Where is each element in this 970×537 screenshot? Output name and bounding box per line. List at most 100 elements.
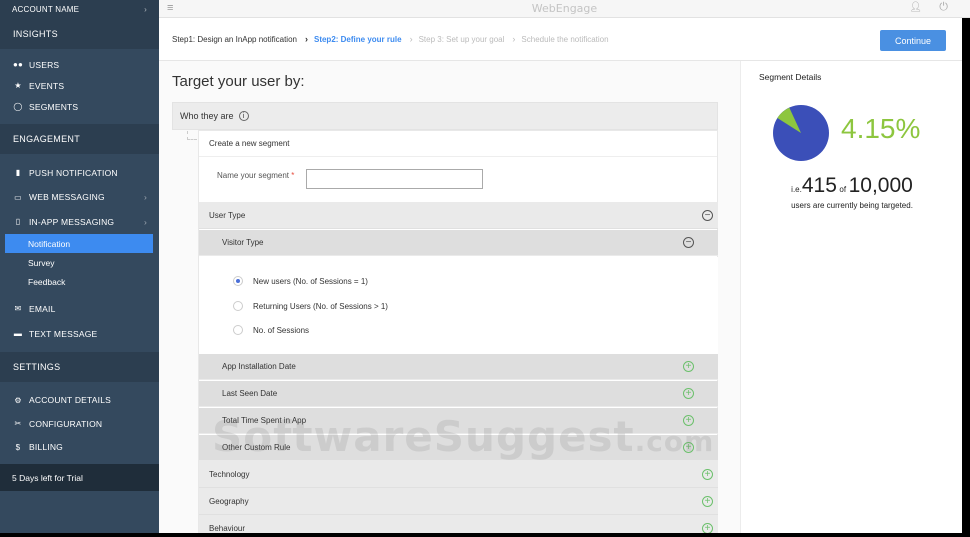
power-icon[interactable]: ⏻: [939, 1, 948, 14]
sidebar-item-email[interactable]: ✉ EMAIL: [0, 296, 159, 321]
sidebar-item-segments[interactable]: ◯ SEGMENTS: [0, 96, 159, 117]
top-bar: ≡ WebEngage 👤︎ ⏻: [159, 0, 970, 18]
section-insights: INSIGHTS: [0, 18, 159, 49]
rule-other-custom[interactable]: Other Custom Rule +: [199, 435, 718, 461]
expand-icon[interactable]: +: [683, 361, 694, 372]
expand-icon[interactable]: +: [702, 496, 713, 507]
rule-last-seen-date[interactable]: Last Seen Date +: [199, 381, 718, 407]
info-icon[interactable]: i: [238, 111, 249, 121]
rule-label: Other Custom Rule: [222, 443, 291, 452]
radio-returning-users[interactable]: Returning Users (No. of Sessions > 1): [233, 301, 388, 311]
visitor-type-options: New users (No. of Sessions = 1) Returnin…: [199, 257, 718, 354]
step-4[interactable]: Schedule the notification: [521, 35, 608, 44]
rule-app-installation-date[interactable]: App Installation Date +: [199, 354, 718, 380]
sms-icon: ▬: [13, 329, 23, 338]
dollar-icon: $: [15, 442, 21, 452]
sidebar-item-text-message[interactable]: ▬ TEXT MESSAGE: [0, 321, 159, 346]
segment-name-label: Name your segment *: [217, 171, 294, 180]
radio-button[interactable]: [233, 301, 243, 311]
web-icon: ▭: [14, 192, 22, 202]
segment-name-input[interactable]: [306, 169, 483, 189]
who-label: Who they are: [180, 111, 234, 121]
rule-geography[interactable]: Geography +: [199, 488, 718, 515]
segment-pie-chart: [773, 105, 829, 161]
of-label: of: [839, 185, 847, 194]
sidebar-item-billing[interactable]: $ BILLING: [0, 435, 159, 459]
required-mark: *: [291, 171, 295, 180]
sidebar: ACCOUNT NAME › INSIGHTS ●● USERS ★ EVENT…: [0, 0, 159, 537]
label-text: Name your segment: [217, 171, 290, 180]
step-2[interactable]: Step2: Define your rule: [314, 35, 402, 44]
sidebar-item-events[interactable]: ★ EVENTS: [0, 75, 159, 96]
sidebar-item-account-details[interactable]: ⚙ ACCOUNT DETAILS: [0, 388, 159, 412]
sidebar-item-label: EMAIL: [29, 303, 56, 314]
sidebar-item-label: SEGMENTS: [29, 101, 79, 112]
sidebar-item-label: TEXT MESSAGE: [29, 328, 98, 339]
collapse-icon[interactable]: −: [702, 210, 713, 221]
gear-icon: ⚙: [14, 395, 22, 405]
rule-label: Behaviour: [209, 523, 246, 533]
chevron-right-icon: ›: [512, 34, 516, 44]
sidebar-item-users[interactable]: ●● USERS: [0, 54, 159, 75]
account-switcher[interactable]: ACCOUNT NAME ›: [0, 0, 159, 18]
sidebar-item-label: ACCOUNT DETAILS: [29, 395, 112, 405]
sidebar-item-inapp[interactable]: ▯ IN-APP MESSAGING ›: [0, 209, 159, 234]
segment-title: Create a new segment: [199, 131, 717, 157]
sidebar-sub-notification[interactable]: Notification: [5, 234, 153, 253]
sidebar-item-configuration[interactable]: ✂ CONFIGURATION: [0, 412, 159, 435]
sidebar-sub-survey[interactable]: Survey: [0, 253, 159, 272]
email-icon: ✉: [14, 304, 22, 313]
sidebar-sub-feedback[interactable]: Feedback: [0, 272, 159, 291]
rule-user-type[interactable]: User Type −: [199, 202, 718, 229]
targeted-caption: users are currently being targeted.: [791, 201, 913, 210]
expand-icon[interactable]: +: [702, 469, 713, 480]
sidebar-item-label: WEB MESSAGING: [29, 192, 105, 202]
count-value: 415: [801, 174, 837, 197]
mobile-icon: ▯: [15, 217, 21, 226]
sidebar-item-label: PUSH NOTIFICATION: [29, 167, 118, 178]
wizard-steps: Step1: Design an InApp notification › St…: [159, 18, 962, 61]
radio-label: New users (No. of Sessions = 1): [253, 276, 368, 286]
bottom-edge: [0, 533, 970, 537]
rule-label: User Type: [209, 210, 246, 220]
rule-visitor-type[interactable]: Visitor Type −: [199, 230, 718, 256]
sidebar-item-label: IN-APP MESSAGING: [29, 216, 115, 227]
page-title: Target your user by:: [172, 73, 305, 90]
continue-button[interactable]: Continue: [880, 30, 946, 51]
rule-label: Total Time Spent in App: [222, 416, 307, 425]
tree-connector: [187, 131, 197, 140]
collapse-icon[interactable]: −: [683, 237, 694, 248]
step-1[interactable]: Step1: Design an InApp notification: [172, 35, 297, 44]
push-icon: ▮: [15, 168, 21, 177]
trial-banner[interactable]: 5 Days left for Trial: [0, 464, 159, 491]
sidebar-item-label: BILLING: [29, 442, 63, 452]
main-panel: Target your user by: Who they are i Crea…: [159, 61, 740, 533]
sidebar-item-push[interactable]: ▮ PUSH NOTIFICATION: [0, 160, 159, 185]
radio-label: Returning Users (No. of Sessions > 1): [253, 301, 388, 311]
expand-icon[interactable]: +: [683, 442, 694, 453]
step-3[interactable]: Step 3: Set up your goal: [419, 35, 505, 44]
rule-technology[interactable]: Technology +: [199, 461, 718, 488]
rule-label: App Installation Date: [222, 362, 296, 371]
chevron-right-icon: ›: [144, 4, 147, 14]
expand-icon[interactable]: +: [683, 415, 694, 426]
sidebar-item-label: CONFIGURATION: [29, 418, 103, 429]
chevron-right-icon: ›: [304, 34, 308, 44]
chevron-right-icon: ›: [409, 34, 413, 44]
rule-behaviour[interactable]: Behaviour +: [199, 515, 718, 533]
radio-new-users[interactable]: New users (No. of Sessions = 1): [233, 276, 368, 286]
expand-icon[interactable]: +: [683, 388, 694, 399]
expand-icon[interactable]: +: [702, 523, 713, 533]
user-icon[interactable]: 👤︎: [909, 2, 922, 13]
sidebar-item-web-messaging[interactable]: ▭ WEB MESSAGING ›: [0, 185, 159, 209]
radio-button[interactable]: [233, 325, 243, 335]
ie-label: i.e.: [791, 185, 802, 194]
users-icon: ●●: [12, 60, 24, 69]
rule-total-time-spent[interactable]: Total Time Spent in App +: [199, 408, 718, 434]
rule-label: Visitor Type: [222, 238, 264, 247]
radio-button[interactable]: [233, 276, 243, 286]
targeted-percent: 4.15%: [841, 113, 921, 144]
segments-icon: ◯: [13, 102, 23, 111]
who-they-are-header[interactable]: Who they are i: [172, 102, 718, 130]
radio-no-of-sessions[interactable]: No. of Sessions: [233, 325, 309, 335]
